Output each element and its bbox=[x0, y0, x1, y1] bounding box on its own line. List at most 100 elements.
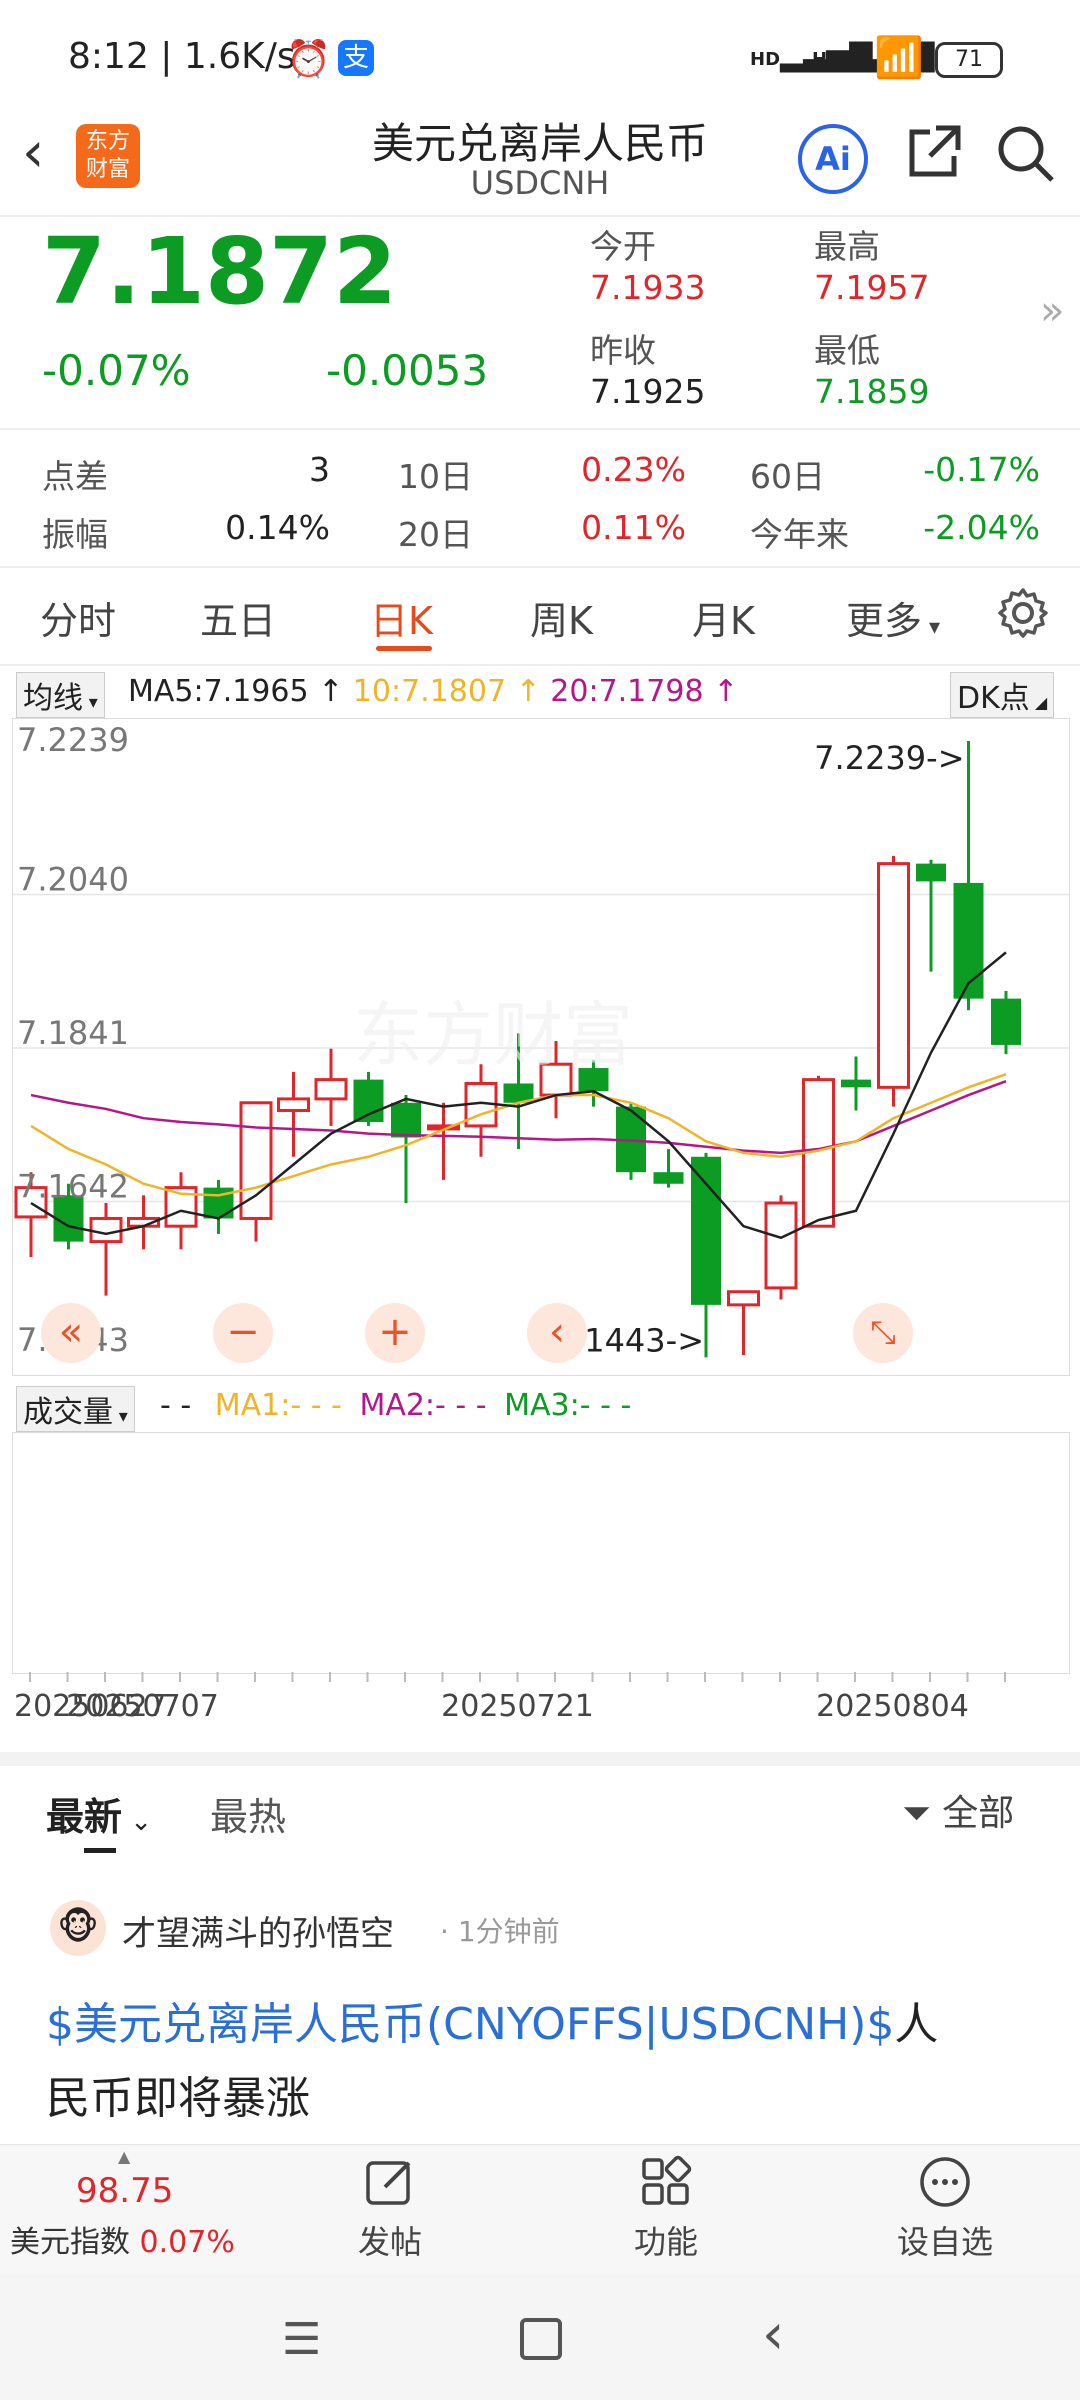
ma20-value: 20:7.1798 bbox=[550, 674, 704, 709]
ytd-label: 今年来 bbox=[750, 515, 849, 554]
candle-body bbox=[691, 1156, 721, 1305]
y-tick-label: 7.2239 bbox=[17, 721, 129, 759]
high-label: 最高 bbox=[814, 227, 880, 266]
low-label: 最低 bbox=[814, 331, 880, 370]
active-tab-indicator bbox=[376, 646, 432, 651]
tab-five-day[interactable]: 五日 bbox=[200, 590, 276, 645]
tab-monthly-k[interactable]: 月K bbox=[692, 590, 755, 645]
dollar-index-value[interactable]: 98.75 bbox=[76, 2171, 173, 2211]
x-axis: 2025062720250707 20250721 20250804 bbox=[14, 1672, 1006, 1724]
volume-select[interactable]: 成交量 ▾ bbox=[16, 1386, 135, 1432]
open-label: 今开 bbox=[590, 227, 656, 266]
expand-up-icon[interactable]: ▲ bbox=[118, 2147, 130, 2166]
vol-ma3: MA3:- - - bbox=[504, 1388, 632, 1423]
spread-value: 3 bbox=[309, 450, 330, 489]
amp-value: 0.14% bbox=[225, 508, 330, 547]
dollar-index[interactable]: 美元指数 0.07% bbox=[10, 2217, 235, 2261]
prev-close-value: 7.1925 bbox=[590, 372, 706, 411]
amp-label: 振幅 bbox=[42, 515, 108, 554]
volume-chart bbox=[12, 1432, 1070, 1674]
open-value: 7.1933 bbox=[590, 268, 706, 307]
kline-chart[interactable]: 东方财富 7.22397.20407.18417.16427.1443 7.22… bbox=[12, 718, 1070, 1376]
watermark: 东方财富 bbox=[353, 994, 633, 1076]
tab-intraday[interactable]: 分时 bbox=[40, 590, 116, 645]
tab-weekly-k[interactable]: 周K bbox=[530, 590, 593, 645]
menu-icon[interactable]: ☰ bbox=[282, 2314, 321, 2365]
feed-tab-hot[interactable]: 最热 bbox=[210, 1786, 286, 1841]
dk-point-select[interactable]: DK点 ◢ bbox=[950, 672, 1055, 718]
zoom-out-button[interactable]: − bbox=[213, 1303, 273, 1363]
d10-label: 10日 bbox=[398, 457, 473, 496]
search-icon[interactable] bbox=[994, 122, 1058, 190]
high-value: 7.1957 bbox=[814, 268, 930, 307]
add-watchlist-button[interactable]: 设自选 bbox=[880, 2155, 1010, 2263]
divider bbox=[0, 566, 1080, 568]
divider bbox=[0, 664, 1080, 666]
ma10-value: 10:7.1807 bbox=[352, 674, 507, 709]
bottom-toolbar: ▲ 98.75 美元指数 0.07% 发帖 功能 设自选 bbox=[0, 2144, 1080, 2275]
post-body[interactable]: $美元兑离岸人民币(CNYOFFS|USDCNH)$人 民币即将暴涨 bbox=[46, 1988, 1046, 2136]
share-icon[interactable] bbox=[900, 120, 966, 190]
vol-ma1: MA1:- - - bbox=[214, 1388, 342, 1423]
grid-icon bbox=[642, 2155, 692, 2205]
alarm-icon: ⏰ bbox=[286, 39, 331, 80]
candle-body bbox=[991, 998, 1021, 1045]
ma5-value: MA5:7.1965 bbox=[128, 674, 309, 709]
last-price: 7.1872 bbox=[42, 218, 398, 325]
divider bbox=[0, 428, 1080, 430]
change-value: -0.0053 bbox=[326, 346, 489, 395]
zoom-in-button[interactable]: + bbox=[365, 1303, 425, 1363]
section-gap bbox=[0, 1752, 1080, 1766]
d10-value: 0.23% bbox=[581, 450, 686, 489]
scroll-left-fast-button[interactable]: « bbox=[41, 1303, 101, 1363]
spread-label: 点差 bbox=[42, 457, 108, 496]
more-icon bbox=[920, 2157, 970, 2207]
scroll-left-button[interactable]: ‹ bbox=[527, 1303, 587, 1363]
home-icon[interactable] bbox=[520, 2318, 562, 2360]
y-tick-label: 7.2040 bbox=[17, 861, 129, 899]
candle-body bbox=[764, 1201, 798, 1290]
d20-value: 0.11% bbox=[581, 508, 686, 547]
battery-icon: 71 bbox=[935, 42, 1003, 78]
ma-select[interactable]: 均线 ▾ bbox=[16, 672, 105, 718]
feed-tab-latest[interactable]: 最新 ⌄ bbox=[46, 1786, 152, 1841]
vol-ma2: MA2:- - - bbox=[359, 1388, 487, 1423]
change-percent: -0.07% bbox=[42, 346, 191, 395]
x-tick-label: 20250804 bbox=[816, 1689, 969, 1724]
fullscreen-icon[interactable]: ⤡ bbox=[853, 1303, 913, 1363]
post-button[interactable]: 发帖 bbox=[330, 2155, 450, 2263]
candle-body bbox=[953, 882, 984, 999]
post-author[interactable]: 才望满斗的孙悟空 bbox=[122, 1906, 394, 1955]
system-nav-bar: ☰ ‹ bbox=[0, 2274, 1080, 2400]
avatar[interactable]: 🐵 bbox=[50, 1900, 106, 1956]
tab-more[interactable]: 更多 ▾ bbox=[846, 590, 940, 645]
feed-tab-indicator bbox=[84, 1848, 116, 1853]
volume-ma-legend: - - MA1:- - - MA2:- - - MA3:- - - bbox=[160, 1388, 632, 1423]
candle-body bbox=[841, 1079, 871, 1088]
expand-chevron-icon[interactable]: » bbox=[1040, 288, 1064, 334]
candle-body bbox=[391, 1102, 421, 1138]
prev-close-label: 昨收 bbox=[590, 331, 656, 370]
kline-svg: 东方财富 7.22397.20407.18417.16427.1443 7.22… bbox=[13, 721, 1069, 1359]
status-speed: 1.6K/s bbox=[183, 36, 296, 77]
tab-daily-k[interactable]: 日K bbox=[370, 590, 433, 645]
ma-legend: MA5:7.1965 ↑ 10:7.1807 ↑ 20:7.1798 ↑ bbox=[128, 674, 739, 709]
d60-value: -0.17% bbox=[923, 450, 1040, 489]
ytd-value: -2.04% bbox=[923, 508, 1040, 547]
status-time-speed: 8:12 | 1.6K/s bbox=[68, 36, 296, 77]
post-time: · 1分钟前 bbox=[440, 1915, 560, 1948]
battery-level: 71 bbox=[955, 47, 983, 72]
x-tick-label: 20250707 bbox=[66, 1689, 219, 1724]
candle-body bbox=[877, 862, 910, 1089]
function-button[interactable]: 功能 bbox=[606, 2155, 726, 2263]
d20-label: 20日 bbox=[398, 515, 473, 554]
settings-gear-icon[interactable] bbox=[996, 586, 1050, 644]
candle-body bbox=[89, 1216, 123, 1244]
candle-body bbox=[916, 863, 946, 882]
x-tick-label: 20250721 bbox=[441, 1689, 594, 1724]
feed-filter[interactable]: ⏷ 全部 bbox=[902, 1784, 1014, 1836]
max-marker: 7.2239-> bbox=[814, 739, 964, 777]
candle-body bbox=[727, 1290, 760, 1307]
ai-button[interactable]: Ai bbox=[798, 124, 868, 194]
back-nav-icon[interactable]: ‹ bbox=[762, 2302, 784, 2367]
